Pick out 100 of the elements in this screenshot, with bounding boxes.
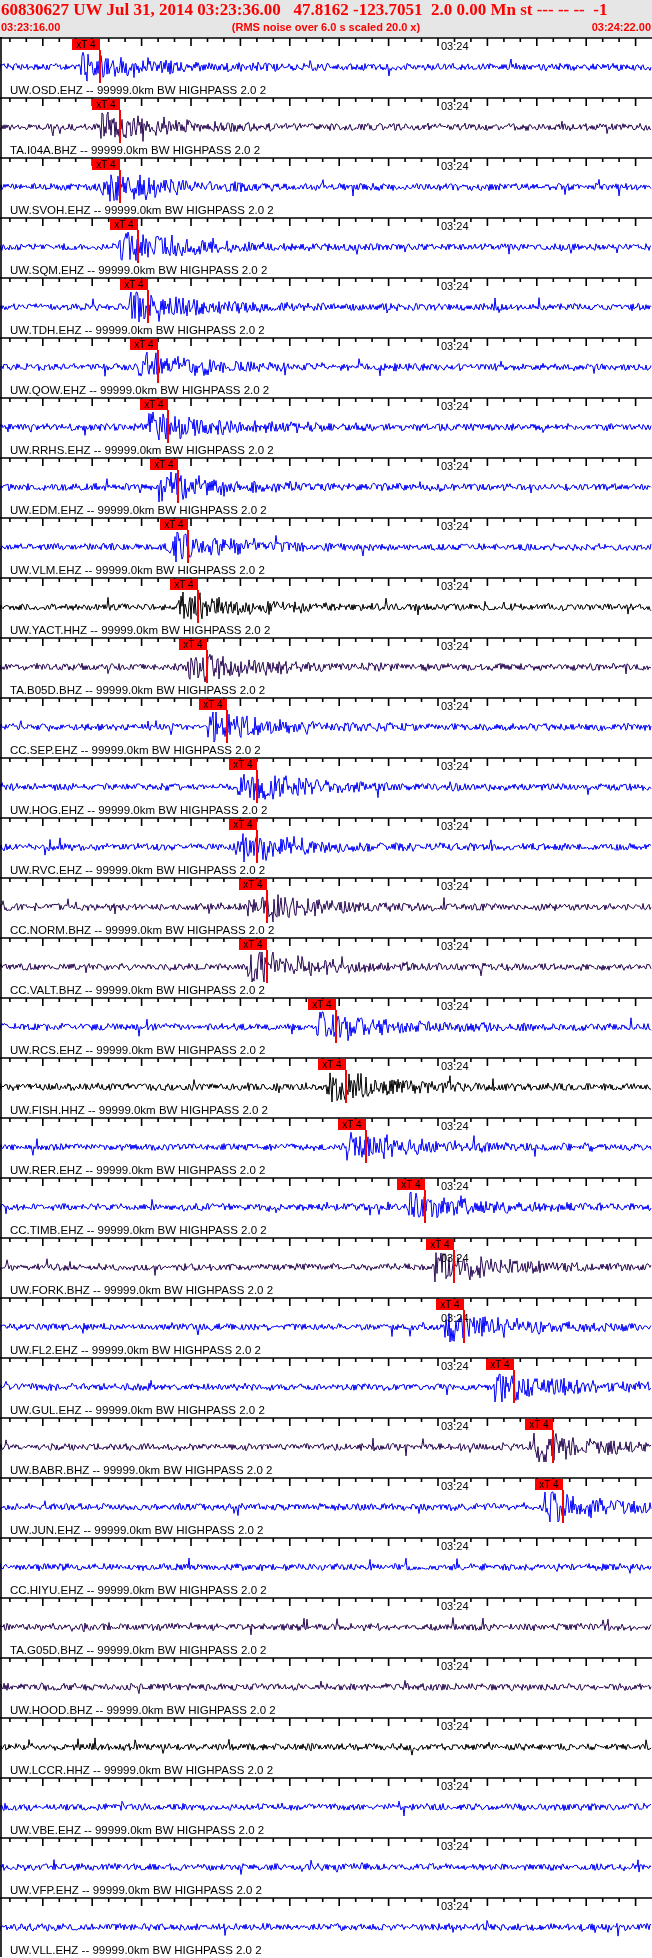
time-label: 03:24 [441,100,469,112]
channel-label: UW.FISH.HHZ -- 99999.0km BW HIGHPASS 2.0 2 [10,1104,268,1117]
pick-line [256,770,258,803]
pick-marker: xT 4 [110,219,138,230]
pick-line [335,1010,337,1043]
time-label: 03:24 [441,520,469,532]
pick-line [197,590,199,623]
pick-marker: xT 4 [318,1059,346,1070]
pick-line [365,1130,367,1163]
channel-label: UW.RER.EHZ -- 99999.0km BW HIGHPASS 2.0 2 [10,1164,266,1177]
channel-label: CC.VALT.BHZ -- 99999.0km BW HIGHPASS 2.0 2 [10,984,265,997]
channel-label: UW.FL2.EHZ -- 99999.0km BW HIGHPASS 2.0 2 [10,1344,261,1357]
pick-line [562,1490,564,1523]
pick-line [187,530,189,563]
pick-line [167,410,169,443]
pick-line [256,830,258,863]
pick-marker: xT 4 [140,399,168,410]
time-label: 03:24 [441,1600,469,1612]
pick-marker: xT 4 [426,1239,454,1250]
channel-label: UW.JUN.EHZ -- 99999.0km BW HIGHPASS 2.0 2 [10,1524,264,1537]
event-summary: 60830627 UW Jul 31, 2014 03:23:36.00 47.8162 -123.7051 2.0 0.00 Mn st --- -- -- -1 [1,0,609,20]
pick-marker: xT 4 [486,1359,514,1370]
channel-label: UW.RVC.EHZ -- 99999.0km BW HIGHPASS 2.0 2 [10,864,266,877]
pick-marker: xT 4 [92,99,120,110]
time-label: 03:24 [441,40,469,52]
time-label: 03:24 [441,1060,469,1072]
pick-marker: xT 4 [338,1119,366,1130]
time-label: 03:24 [441,1900,469,1912]
time-label: 03:24 [441,1660,469,1672]
pick-line [119,110,121,143]
pick-marker: xT 4 [150,459,178,470]
pick-marker: xT 4 [535,1479,563,1490]
pick-marker: xT 4 [397,1179,425,1190]
pick-line [226,710,228,743]
channel-label: UW.FORK.BHZ -- 99999.0km BW HIGHPASS 2.0 2 [10,1284,274,1297]
channel-label: UW.VFP.EHZ -- 99999.0km BW HIGHPASS 2.0 2 [10,1884,262,1897]
time-label: 03:24 [441,340,469,352]
channel-label: UW.EDM.EHZ -- 99999.0km BW HIGHPASS 2.0 2 [10,504,267,517]
channel-label: UW.TDH.EHZ -- 99999.0km BW HIGHPASS 2.0 2 [10,324,265,337]
channel-label: UW.OSD.EHZ -- 99999.0km BW HIGHPASS 2.0 2 [10,84,267,97]
pick-line [345,1070,347,1103]
time-label: 03:24 [441,1180,469,1192]
channel-label: UW.GUL.EHZ -- 99999.0km BW HIGHPASS 2.0 2 [10,1404,265,1417]
pick-marker: xT 4 [170,579,198,590]
time-label: 03:24 [441,640,469,652]
channel-label: UW.SVOH.EHZ -- 99999.0km BW HIGHPASS 2.0 2 [10,204,274,217]
pick-line [147,290,149,323]
channel-label: UW.SQM.EHZ -- 99999.0km BW HIGHPASS 2.0 2 [10,264,268,277]
time-label: 03:24 [441,1480,469,1492]
channel-label: TA.B05D.BHZ -- 99999.0km BW HIGHPASS 2.0 2 [10,684,266,697]
time-label: 03:24 [441,220,469,232]
time-label: 03:24 [441,580,469,592]
pick-marker: xT 4 [229,759,257,770]
channel-label: TA.G05D.BHZ -- 99999.0km BW HIGHPASS 2.0 2 [10,1644,267,1657]
channel-label: UW.VLL.EHZ -- 99999.0km BW HIGHPASS 2.0 2 [10,1944,262,1957]
pick-line [157,350,159,383]
pick-line [513,1370,515,1403]
start-time: 03:23:16.00 [1,20,61,34]
time-label: 03:24 [441,400,469,412]
time-label: 03:24 [441,760,469,772]
pick-marker: xT 4 [72,39,100,50]
time-label: 03:24 [441,1360,469,1372]
pick-marker: xT 4 [436,1299,464,1310]
pick-marker: xT 4 [130,339,158,350]
time-label: 03:24 [441,1840,469,1852]
pick-line [119,170,121,203]
channel-label: CC.HIYU.EHZ -- 99999.0km BW HIGHPASS 2.0 2 [10,1584,267,1597]
pick-line [266,890,268,923]
channel-label: UW.RCS.EHZ -- 99999.0km BW HIGHPASS 2.0 2 [10,1044,266,1057]
time-label: 03:24 [441,820,469,832]
pick-marker: xT 4 [92,159,120,170]
pick-line [99,50,101,83]
channel-label: UW.BABR.BHZ -- 99999.0km BW HIGHPASS 2.0 2 [10,1464,273,1477]
channel-label: CC.TIMB.EHZ -- 99999.0km BW HIGHPASS 2.0 2 [10,1224,267,1237]
pick-line [137,230,139,263]
channel-label: TA.I04A.BHZ -- 99999.0km BW HIGHPASS 2.0 2 [10,144,261,157]
pick-marker: xT 4 [229,819,257,830]
channel-label: CC.NORM.BHZ -- 99999.0km BW HIGHPASS 2.0 2 [10,924,275,937]
channel-label: UW.VLM.EHZ -- 99999.0km BW HIGHPASS 2.0 2 [10,564,265,577]
time-label: 03:24 [441,1120,469,1132]
pick-marker: xT 4 [239,879,267,890]
channel-label: UW.VBE.EHZ -- 99999.0km BW HIGHPASS 2.0 2 [10,1824,265,1837]
channel-label: CC.SEP.EHZ -- 99999.0km BW HIGHPASS 2.0 2 [10,744,261,757]
time-label: 03:24 [441,160,469,172]
pick-marker: xT 4 [239,939,267,950]
pick-line [552,1430,554,1463]
time-label: 03:24 [441,280,469,292]
pick-marker: xT 4 [308,999,336,1010]
pick-line [177,470,179,503]
time-label: 03:24 [441,1540,469,1552]
time-label: 03:24 [441,880,469,892]
end-time: 03:24:22.00 [591,20,651,34]
time-label: 03:24 [441,1420,469,1432]
pick-line [206,650,208,683]
time-label: 03:24 [441,460,469,472]
time-label: 03:24 [441,1780,469,1792]
channel-label: UW.RRHS.EHZ -- 99999.0km BW HIGHPASS 2.0 2 [10,444,274,457]
pick-marker: xT 4 [160,519,188,530]
rms-note: (RMS noise over 6.0 s scaled 20.0 x) [231,20,421,34]
channel-label: UW.LCCR.HHZ -- 99999.0km BW HIGHPASS 2.0 2 [10,1764,274,1777]
